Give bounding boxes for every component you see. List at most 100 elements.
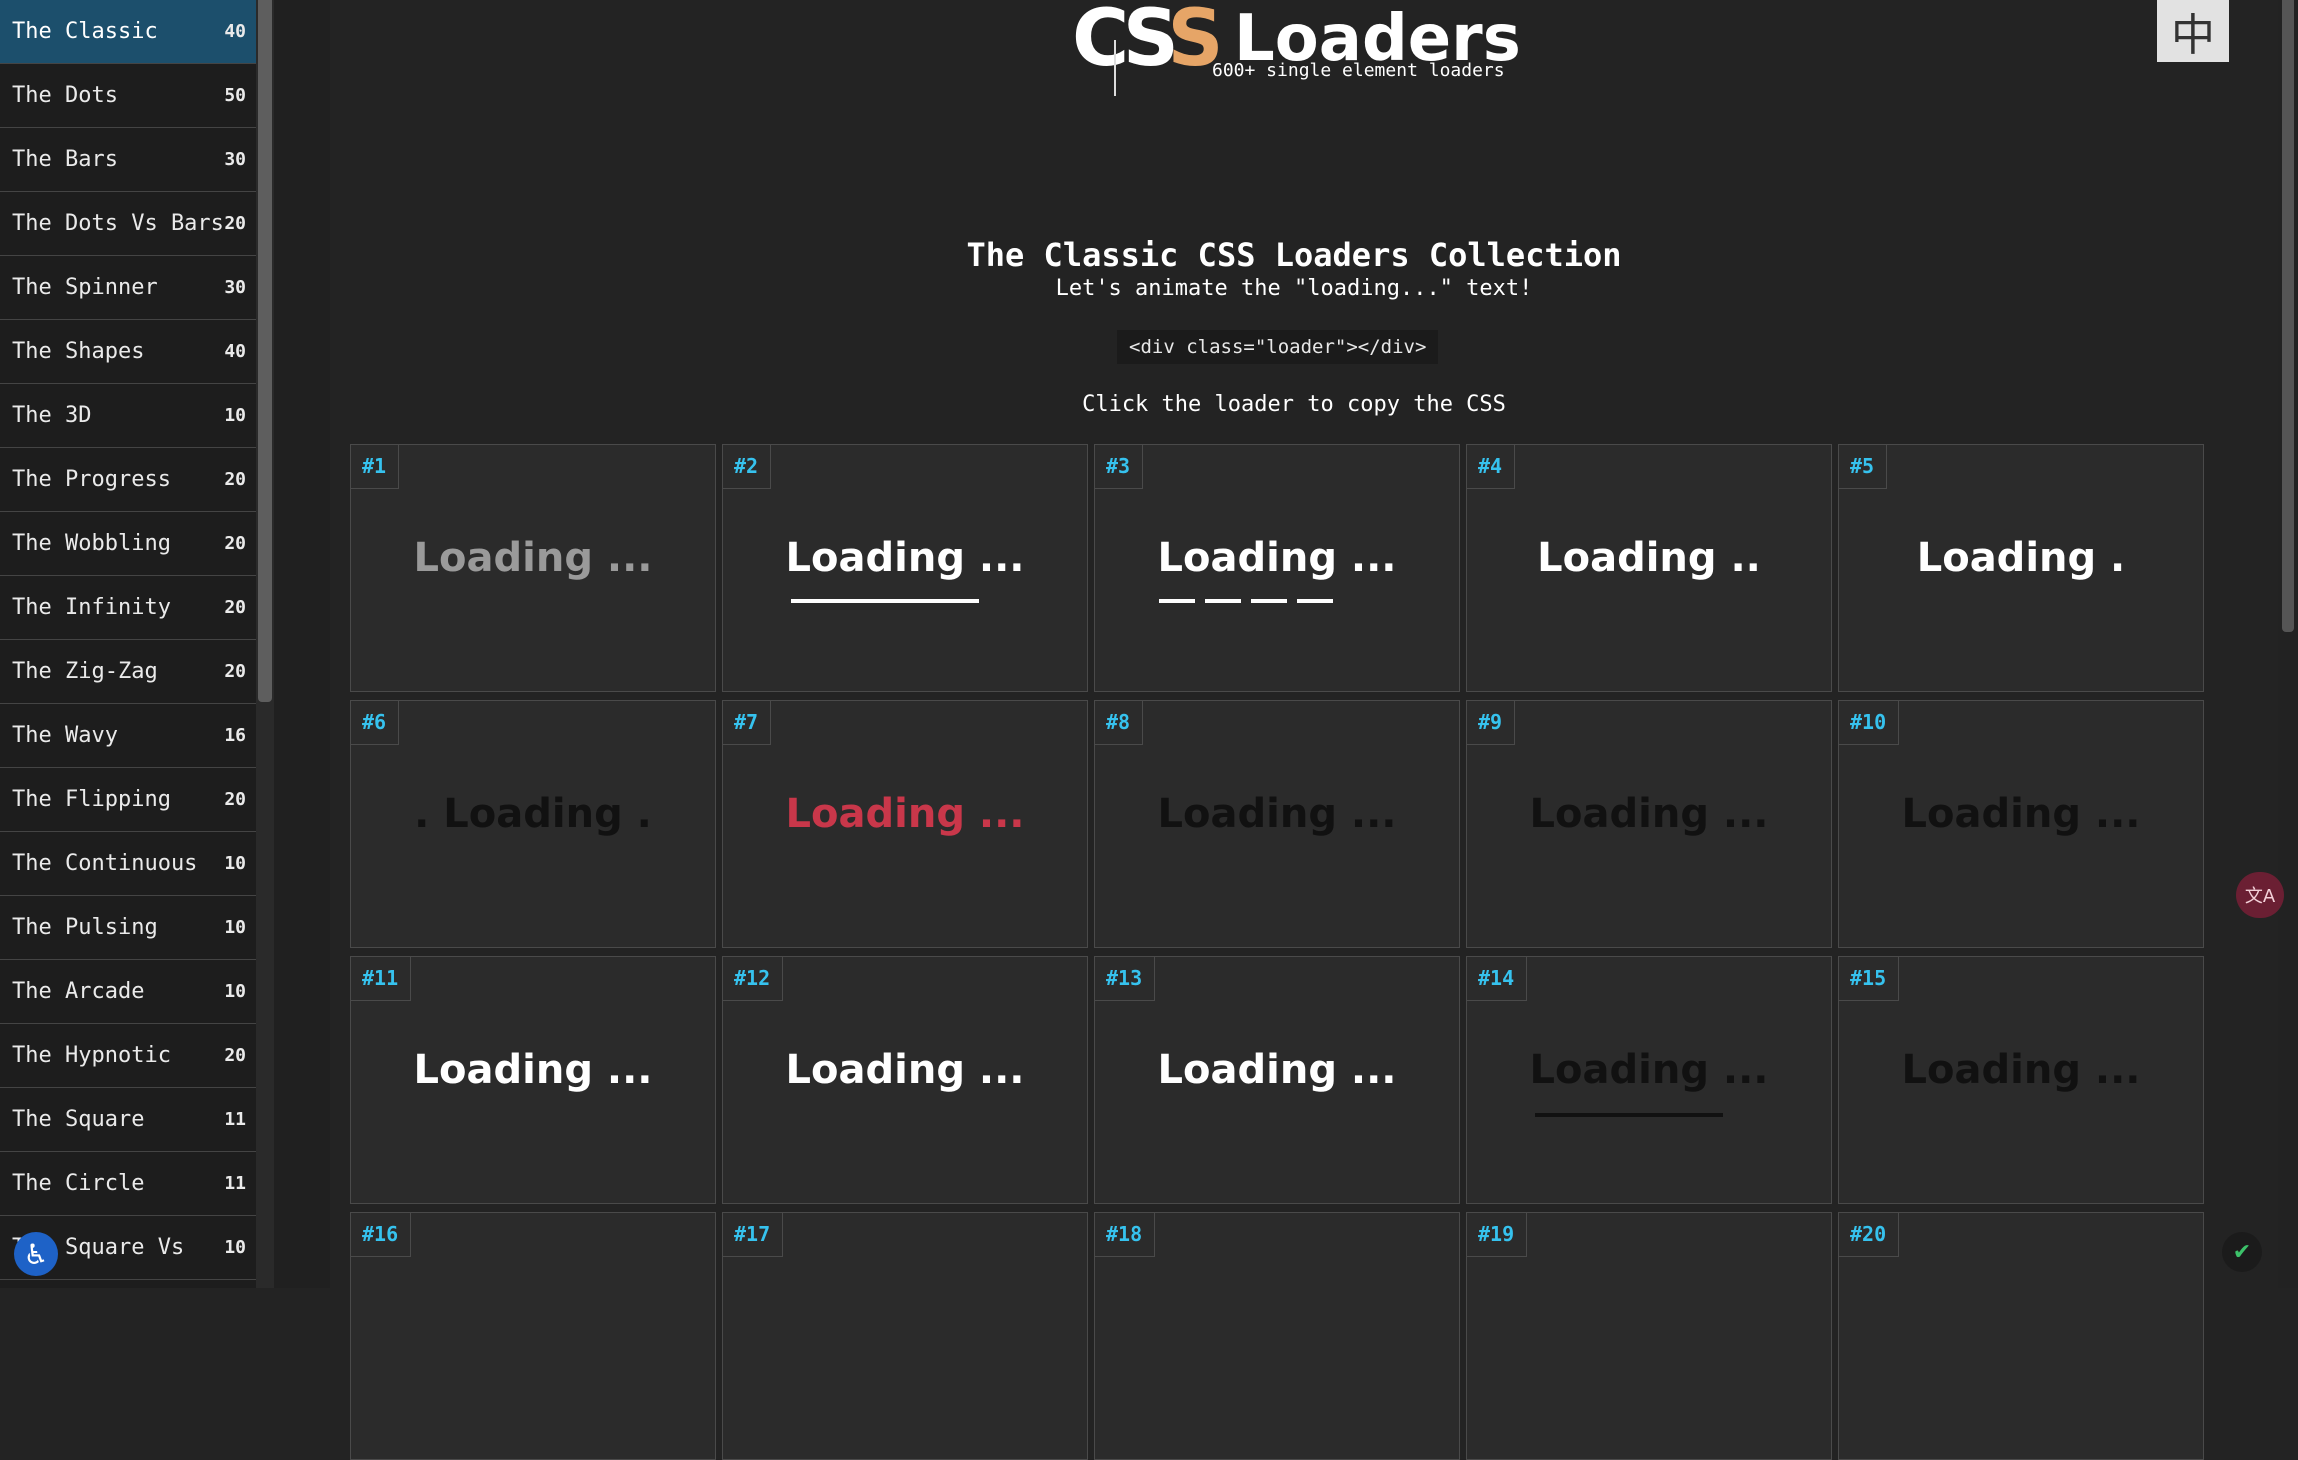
page-scrollbar-thumb[interactable] bbox=[2282, 0, 2294, 632]
loader-text: Loading . bbox=[1916, 535, 2126, 581]
sidebar-item-count: 10 bbox=[224, 981, 246, 1002]
sidebar-item[interactable]: The Circle 11 bbox=[0, 1152, 256, 1216]
loader-card[interactable]: #1 Loading ... bbox=[350, 444, 716, 692]
sidebar-item-label: The Flipping bbox=[12, 787, 171, 812]
loader-text: Loading ... bbox=[1157, 1047, 1397, 1093]
loader-card[interactable]: #11 Loading ... bbox=[350, 956, 716, 1204]
loader-text: Loading ... bbox=[1157, 791, 1397, 837]
sidebar-item[interactable]: The Square 11 bbox=[0, 1088, 256, 1152]
sidebar-item[interactable]: The Arcade 10 bbox=[0, 960, 256, 1024]
sidebar-item[interactable]: The Wobbling 20 bbox=[0, 512, 256, 576]
loader-number-badge: #6 bbox=[351, 701, 400, 745]
sidebar-item[interactable]: The Dots 50 bbox=[0, 64, 256, 128]
loader-card[interactable]: #4 Loading .. bbox=[1466, 444, 1832, 692]
loader-card[interactable]: #2 Loading ... bbox=[722, 444, 1088, 692]
sidebar-item-count: 20 bbox=[224, 597, 246, 618]
language-toggle-button[interactable]: 中 bbox=[2157, 0, 2229, 62]
translate-button[interactable]: 文A bbox=[2236, 872, 2284, 918]
translate-icon: 文A bbox=[2244, 886, 2276, 907]
loader-number-badge: #8 bbox=[1095, 701, 1144, 745]
sidebar-item[interactable]: The Progress 20 bbox=[0, 448, 256, 512]
loader-text: Loading ... bbox=[413, 535, 653, 581]
sidebar-item-count: 40 bbox=[224, 21, 246, 42]
loader-card[interactable]: #13 Loading ... bbox=[1094, 956, 1460, 1204]
sidebar-item[interactable]: The Wavy 16 bbox=[0, 704, 256, 768]
sidebar-item-count: 10 bbox=[224, 405, 246, 426]
sidebar-scrollbar-thumb[interactable] bbox=[258, 0, 272, 702]
logo-cursor-line bbox=[1114, 40, 1116, 96]
loader-card[interactable]: #16 bbox=[350, 1212, 716, 1460]
sidebar: The Classic 40 The Dots 50 The Bars 30 The Dot… bbox=[0, 0, 256, 1288]
loader-number-badge: #2 bbox=[723, 445, 772, 489]
sidebar-item[interactable]: The 3D 10 bbox=[0, 384, 256, 448]
loader-card[interactable]: #6 . Loading . bbox=[350, 700, 716, 948]
loader-card[interactable]: #20 bbox=[1838, 1212, 2204, 1460]
sidebar-item-count: 16 bbox=[224, 725, 246, 746]
loader-card[interactable]: #8 Loading ... bbox=[1094, 700, 1460, 948]
logo-subtitle: 600+ single element loaders bbox=[1212, 60, 1505, 81]
page-scrollbar[interactable] bbox=[2278, 0, 2298, 1288]
accessibility-icon: ♿ bbox=[23, 1237, 49, 1271]
sidebar-item-label: The Pulsing bbox=[12, 915, 158, 940]
sidebar-item-label: The Bars bbox=[12, 147, 118, 172]
sidebar-item-count: 30 bbox=[224, 149, 246, 170]
sidebar-item[interactable]: The Infinity 20 bbox=[0, 576, 256, 640]
loader-number-badge: #7 bbox=[723, 701, 772, 745]
loader-text: Loading ... bbox=[1529, 791, 1769, 837]
loader-number-badge: #18 bbox=[1095, 1213, 1156, 1257]
loader-card[interactable]: #19 bbox=[1466, 1212, 1832, 1460]
loader-text: Loading ... bbox=[1901, 1047, 2141, 1093]
logo-css-mark: CSS bbox=[1072, 0, 1224, 84]
sidebar-item-label: The Spinner bbox=[12, 275, 158, 300]
sidebar-item[interactable]: The Continuous 10 bbox=[0, 832, 256, 896]
sidebar-item-count: 20 bbox=[224, 789, 246, 810]
sidebar-item-label: The Dots bbox=[12, 83, 118, 108]
accessibility-button[interactable]: ♿ bbox=[14, 1232, 58, 1276]
loader-number-badge: #9 bbox=[1467, 701, 1516, 745]
loader-dash-segment bbox=[1251, 599, 1287, 603]
sidebar-item[interactable]: The Pulsing 10 bbox=[0, 896, 256, 960]
loader-card[interactable]: #12 Loading ... bbox=[722, 956, 1088, 1204]
code-snippet[interactable]: <div class="loader"></div> bbox=[1117, 330, 1439, 364]
loader-card[interactable]: #7 Loading ... bbox=[722, 700, 1088, 948]
loader-text: Loading .. bbox=[1537, 535, 1761, 581]
sidebar-item-label: The Infinity bbox=[12, 595, 171, 620]
loader-dash-segment bbox=[1205, 599, 1241, 603]
loader-number-badge: #16 bbox=[351, 1213, 412, 1257]
sidebar-item-count: 11 bbox=[224, 1173, 246, 1194]
loader-number-badge: #13 bbox=[1095, 957, 1156, 1001]
sidebar-item[interactable]: The Hypnotic 20 bbox=[0, 1024, 256, 1088]
sidebar-item-label: The Wavy bbox=[12, 723, 118, 748]
loader-card[interactable]: #17 bbox=[722, 1212, 1088, 1460]
sidebar-item[interactable]: The Spinner 30 bbox=[0, 256, 256, 320]
loader-card[interactable]: #9 Loading ... bbox=[1466, 700, 1832, 948]
sidebar-item-count: 20 bbox=[224, 661, 246, 682]
sidebar-item[interactable]: The Zig-Zag 20 bbox=[0, 640, 256, 704]
loader-number-badge: #15 bbox=[1839, 957, 1900, 1001]
sidebar-scrollbar[interactable] bbox=[256, 0, 274, 1288]
sidebar-gutter bbox=[274, 0, 330, 1288]
sidebar-item-label: The Square bbox=[12, 1107, 145, 1132]
site-logo[interactable]: CSS Loaders 600+ single element loaders bbox=[1072, 0, 1592, 96]
security-badge[interactable]: ✔ bbox=[2222, 1232, 2262, 1272]
sidebar-item[interactable]: The Flipping 20 bbox=[0, 768, 256, 832]
sidebar-item-count: 10 bbox=[224, 1237, 246, 1258]
loader-card[interactable]: #10 Loading ... bbox=[1838, 700, 2204, 948]
loader-card[interactable]: #14 Loading ... bbox=[1466, 956, 1832, 1204]
sidebar-item[interactable]: The Shapes 40 bbox=[0, 320, 256, 384]
loader-card[interactable]: #3 Loading ... bbox=[1094, 444, 1460, 692]
sidebar-item[interactable]: The Bars 30 bbox=[0, 128, 256, 192]
main-content: CSS Loaders 600+ single element loaders … bbox=[330, 0, 2258, 1460]
loader-card[interactable]: #15 Loading ... bbox=[1838, 956, 2204, 1204]
loader-card[interactable]: #5 Loading . bbox=[1838, 444, 2204, 692]
copy-hint: Click the loader to copy the CSS bbox=[1082, 392, 1506, 417]
loader-card[interactable]: #18 bbox=[1094, 1212, 1460, 1460]
shield-check-icon: ✔ bbox=[2232, 1239, 2252, 1265]
sidebar-item[interactable]: The Dots Vs Bars 20 bbox=[0, 192, 256, 256]
sidebar-item-label: The Hypnotic bbox=[12, 1043, 171, 1068]
chinese-language-icon: 中 bbox=[2171, 10, 2215, 61]
sidebar-item[interactable]: The Classic 40 bbox=[0, 0, 256, 64]
sidebar-item-count: 40 bbox=[224, 341, 246, 362]
sidebar-item-count: 20 bbox=[224, 533, 246, 554]
sidebar-item-label: The Circle bbox=[12, 1171, 145, 1196]
